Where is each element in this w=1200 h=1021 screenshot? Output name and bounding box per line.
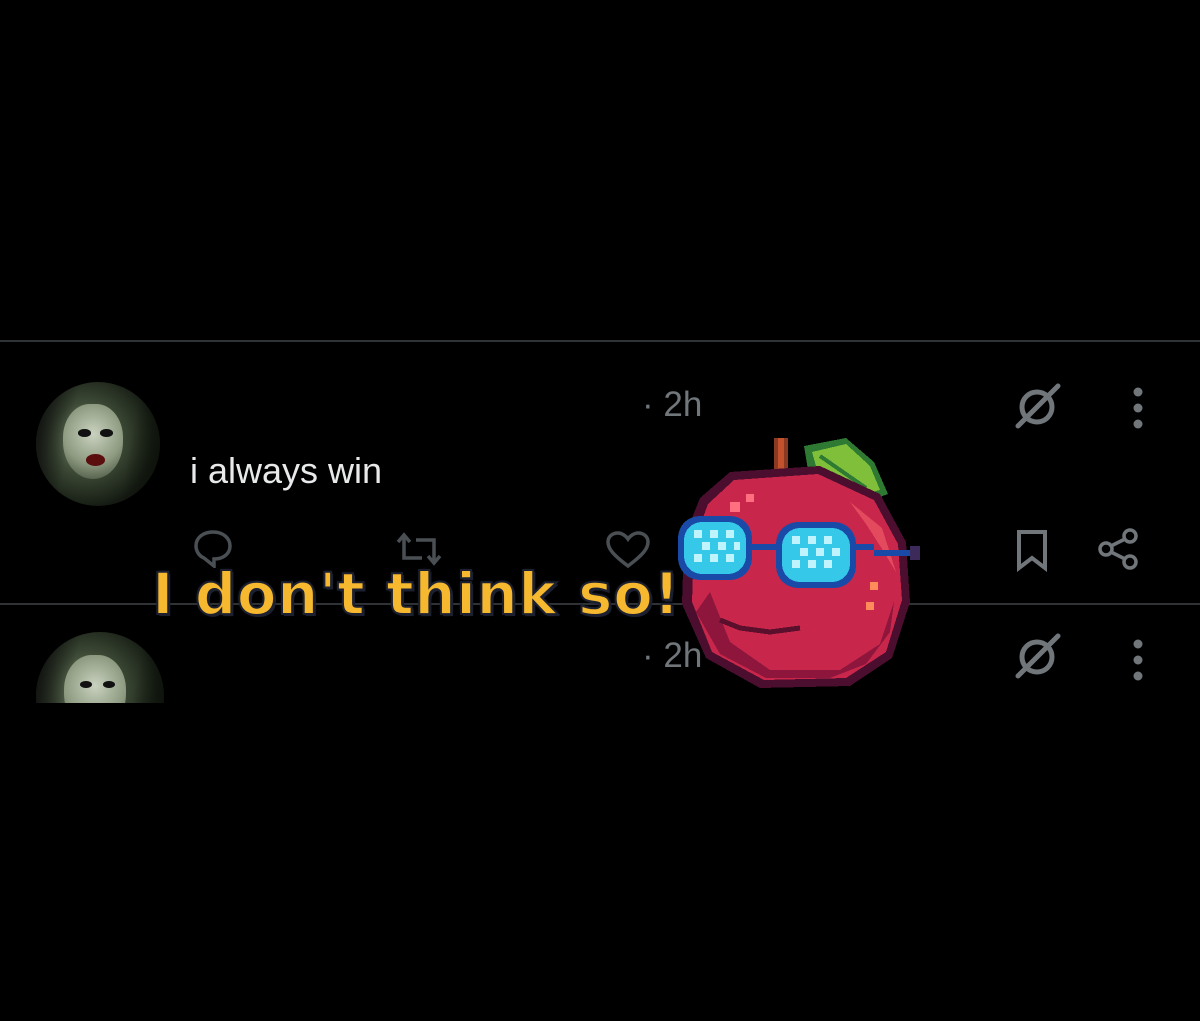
more-vertical-icon[interactable] [1128, 386, 1148, 430]
crop-mask [0, 703, 1200, 1021]
share-icon[interactable] [1096, 526, 1142, 572]
tweet-time[interactable]: · 2h [642, 385, 702, 425]
bookmark-icon[interactable] [1014, 528, 1050, 572]
grok-icon[interactable] [1010, 378, 1066, 434]
avatar[interactable] [36, 382, 160, 506]
tweet-text: i always win [190, 450, 383, 491]
top-divider [0, 340, 1200, 342]
apple-sticker-icon [678, 438, 920, 688]
more-vertical-icon[interactable] [1128, 638, 1148, 682]
grok-icon[interactable] [1010, 628, 1066, 684]
meme-caption: I don't think so! [151, 559, 681, 629]
